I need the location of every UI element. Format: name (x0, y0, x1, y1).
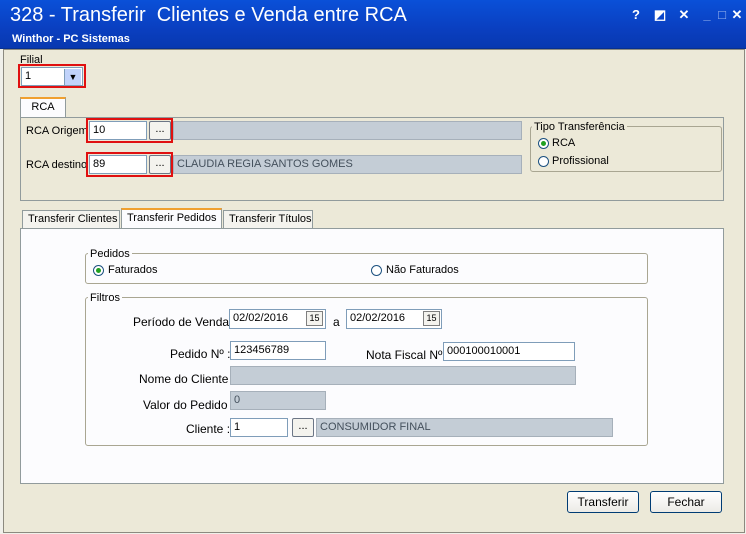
window-title: 328 - Transferir Clientes e Venda entre … (10, 4, 407, 26)
periodo-a-label: a (333, 315, 340, 329)
close-panel-icon[interactable]: ✕ (677, 8, 691, 22)
calendar-icon[interactable]: 15 (306, 311, 323, 326)
periodo-label: Período de Venda : (133, 315, 236, 329)
rca-origem-name (173, 121, 522, 140)
radio-tipo-rca[interactable] (538, 138, 549, 149)
radio-faturados-label: Faturados (108, 264, 158, 276)
radio-tipo-profissional[interactable] (538, 156, 549, 167)
close-icon[interactable]: ✕ (730, 8, 744, 22)
tab-transferir-titulos[interactable]: Transferir Títulos (223, 210, 313, 229)
rca-destino-name: CLAUDIA REGIA SANTOS GOMES (173, 155, 522, 174)
tab-rca[interactable]: RCA (20, 97, 66, 118)
transferir-button[interactable]: Transferir (567, 491, 639, 513)
periodo-de-value: 02/02/2016 (233, 312, 289, 324)
filial-highlight (18, 64, 86, 88)
rca-origem-label: RCA Origem (26, 125, 88, 137)
cliente-label: Cliente : (186, 422, 231, 436)
valor-pedido-field: 0 (230, 391, 326, 410)
tab-transferir-pedidos[interactable]: Transferir Pedidos (121, 208, 222, 229)
cliente-code-input[interactable]: 1 (230, 418, 288, 437)
valor-pedido-label: Valor do Pedido : (143, 398, 235, 412)
rca-destino-highlight (86, 152, 173, 177)
radio-nao-faturados[interactable] (371, 265, 382, 276)
rca-destino-label: RCA destino (26, 159, 88, 171)
cliente-browse-button[interactable]: ... (292, 418, 314, 437)
restore-panel-icon[interactable]: ◩ (653, 8, 667, 22)
maximize-icon[interactable]: □ (715, 8, 729, 22)
radio-tipo-rca-label: RCA (552, 137, 576, 149)
tipo-transferencia-label: Tipo Transferência (532, 121, 627, 133)
nota-fiscal-label: Nota Fiscal Nº: (366, 348, 446, 362)
tab-transferir-clientes[interactable]: Transferir Clientes (22, 210, 120, 229)
rca-origem-highlight (86, 118, 173, 143)
filtros-label: Filtros (88, 292, 122, 304)
nome-cliente-field (230, 366, 576, 385)
nota-fiscal-input[interactable]: 000100010001 (443, 342, 575, 361)
radio-tipo-profissional-label: Profissional (552, 155, 609, 167)
title-bar: 328 - Transferir Clientes e Venda entre … (0, 0, 746, 49)
window-subtitle: Winthor - PC Sistemas (12, 33, 130, 45)
radio-nao-faturados-label: Não Faturados (386, 264, 459, 276)
minimize-icon[interactable]: _ (700, 8, 714, 22)
pedidos-group (85, 253, 648, 284)
pedido-label: Pedido Nº : (170, 347, 231, 361)
nome-cliente-label: Nome do Cliente : (139, 372, 236, 386)
calendar-icon[interactable]: 15 (423, 311, 440, 326)
periodo-ate-value: 02/02/2016 (350, 312, 406, 324)
radio-faturados[interactable] (93, 265, 104, 276)
help-icon[interactable]: ? (629, 8, 643, 22)
pedido-input[interactable]: 123456789 (230, 341, 326, 360)
fechar-button[interactable]: Fechar (650, 491, 722, 513)
pedidos-label: Pedidos (88, 248, 132, 260)
cliente-name-field: CONSUMIDOR FINAL (316, 418, 613, 437)
